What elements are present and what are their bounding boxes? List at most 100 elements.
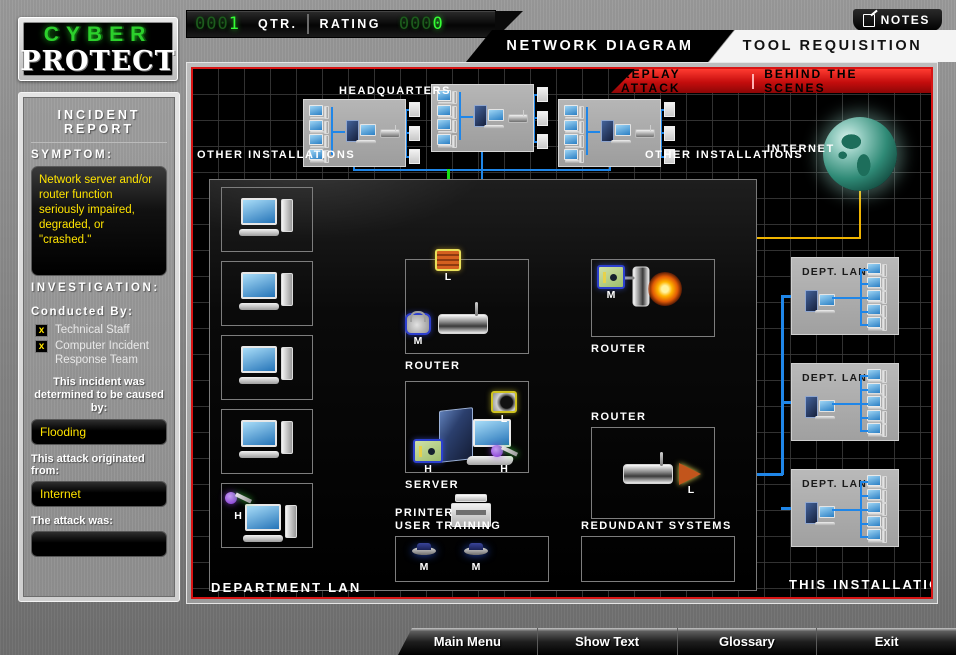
attack-field[interactable] xyxy=(31,531,167,557)
rating-value: 0000 xyxy=(398,14,444,34)
replay-attack-button[interactable]: REPLAY ATTACK xyxy=(611,69,752,93)
status-readout: 0001 QTR. RATING 0000 xyxy=(186,10,523,39)
pc-icon xyxy=(867,502,887,517)
defense-camera-icon-server[interactable]: L xyxy=(491,391,517,425)
pc-icon xyxy=(309,134,329,149)
pc-icon xyxy=(437,133,457,148)
tab-network-diagram-label: NETWORK DIAGRAM xyxy=(506,38,694,54)
dept-lan-1-pcs xyxy=(867,263,887,332)
defense-id-card-icon-server[interactable]: H xyxy=(413,439,443,475)
router-icon xyxy=(635,125,655,138)
node-icon xyxy=(537,87,548,102)
pc-icon xyxy=(237,418,293,458)
pc-icon xyxy=(437,104,457,119)
dept-lan-2-pcs xyxy=(867,369,887,438)
pc-icon xyxy=(867,276,887,291)
router-icon-3 xyxy=(623,452,673,484)
label-redundant-systems: REDUNDANT SYSTEMS xyxy=(581,520,732,532)
incident-report-panel: INCIDENT REPORT SYMPTOM: Network server … xyxy=(18,92,180,602)
label-user-training: USER TRAINING xyxy=(395,520,502,532)
investigation-heading: INVESTIGATION: xyxy=(31,282,160,294)
logo-protect-text: PROTECT xyxy=(20,46,176,77)
defense-level-label: M xyxy=(606,289,616,301)
node-icon xyxy=(537,110,548,126)
node-icon xyxy=(664,125,675,141)
quarter-value: 0001 xyxy=(195,14,240,34)
bottom-button-bar: Main Menu Show Text Glossary Exit xyxy=(398,628,956,655)
defense-level-label: M xyxy=(419,561,429,573)
glossary-button[interactable]: Glossary xyxy=(678,628,818,655)
defense-level-label: H xyxy=(424,463,432,475)
defense-level-label: L xyxy=(687,484,695,496)
cause-field[interactable]: Flooding xyxy=(31,419,167,445)
label-router-3: ROUTER xyxy=(591,411,647,423)
tab-tool-requisition[interactable]: TOOL REQUISITION xyxy=(709,30,956,62)
app-logo: CYBER PROTECT xyxy=(18,17,178,81)
server-icon xyxy=(805,502,835,526)
defense-level-label: M xyxy=(471,561,481,573)
redundant-systems-cell[interactable] xyxy=(581,536,735,582)
dept-lan-label-3: DEPT. LAN xyxy=(802,478,868,490)
notes-icon xyxy=(862,13,875,27)
conducted-by-item-technical-staff[interactable]: x Technical Staff xyxy=(31,322,167,338)
label-server: SERVER xyxy=(405,479,460,491)
checkbox-cirt[interactable]: x xyxy=(35,340,48,353)
exit-button[interactable]: Exit xyxy=(817,628,956,655)
show-text-button[interactable]: Show Text xyxy=(538,628,678,655)
defense-level-label: H xyxy=(234,510,242,522)
label-headquarters: HEADQUARTERS xyxy=(339,85,452,97)
server-icon xyxy=(601,120,631,144)
label-this-installation: THIS INSTALLATION xyxy=(789,577,931,592)
pc-icon xyxy=(867,515,887,530)
pc-icon xyxy=(867,369,887,383)
router-icon-1 xyxy=(438,302,488,334)
behind-the-scenes-button[interactable]: BEHIND THE SCENES xyxy=(754,69,931,93)
logo-plate: CYBER PROTECT xyxy=(20,22,176,77)
dept-lan-box-3[interactable]: DEPT. LAN xyxy=(791,469,899,547)
origin-field[interactable]: Internet xyxy=(31,481,167,507)
attack-burst-icon xyxy=(648,272,682,306)
defense-level-label: L xyxy=(500,413,508,425)
server-icon xyxy=(805,396,835,420)
defense-lock-icon-router-1[interactable]: M xyxy=(405,313,431,347)
dept-lan-3-pcs xyxy=(867,475,887,544)
quarter-label: QTR. xyxy=(257,17,298,31)
notes-button[interactable]: NOTES xyxy=(852,9,942,31)
defense-key-icon-server[interactable]: H xyxy=(491,441,517,475)
defense-level-label: L xyxy=(444,271,452,283)
pc-icon xyxy=(309,105,329,120)
rating-label: RATING xyxy=(319,17,381,31)
label-printer: PRINTER xyxy=(395,507,454,519)
hq-nodes xyxy=(537,87,548,149)
router-cell-1[interactable] xyxy=(405,259,529,354)
checkbox-technical-staff[interactable]: x xyxy=(35,324,48,337)
conducted-by-label-cirt: Computer Incident Response Team xyxy=(55,340,149,366)
conducted-by-item-cirt[interactable]: x Computer Incident Response Team xyxy=(31,338,167,368)
defense-level-label: H xyxy=(500,463,508,475)
dept-lan-box-2[interactable]: DEPT. LAN xyxy=(791,363,899,441)
defense-id-badge-icon-router-2[interactable]: M xyxy=(597,265,625,301)
pc-icon xyxy=(867,423,887,438)
pc-icon xyxy=(867,475,887,489)
dept-lan-box-1[interactable]: DEPT. LAN xyxy=(791,257,899,335)
server-icon xyxy=(474,105,504,129)
installation-right-pcs xyxy=(564,105,584,163)
pc-icon xyxy=(867,290,887,305)
tab-network-diagram[interactable]: NETWORK DIAGRAM xyxy=(466,30,734,62)
pc-icon xyxy=(867,303,887,318)
defense-firewall-icon-router-1[interactable]: L xyxy=(435,249,461,283)
pc-icon xyxy=(237,196,293,236)
tab-tool-requisition-label: TOOL REQUISITION xyxy=(742,38,923,54)
node-icon xyxy=(537,134,548,149)
defense-training-icon-1[interactable]: M xyxy=(411,541,437,573)
defense-training-icon-2[interactable]: M xyxy=(463,541,489,573)
server-icon xyxy=(346,120,376,144)
node-icon xyxy=(409,102,420,117)
defense-firewall-icon-router-3[interactable]: L xyxy=(679,463,705,496)
defense-key-icon-workstation-5[interactable]: H xyxy=(225,488,251,522)
network-diagram-canvas: REPLAY ATTACK BEHIND THE SCENES OTHER IN… xyxy=(191,67,933,599)
label-router-2: ROUTER xyxy=(591,343,647,355)
main-menu-button[interactable]: Main Menu xyxy=(398,628,538,655)
attack-label: The attack was: xyxy=(31,515,113,527)
label-department-lan: DEPARTMENT LAN xyxy=(211,580,362,595)
